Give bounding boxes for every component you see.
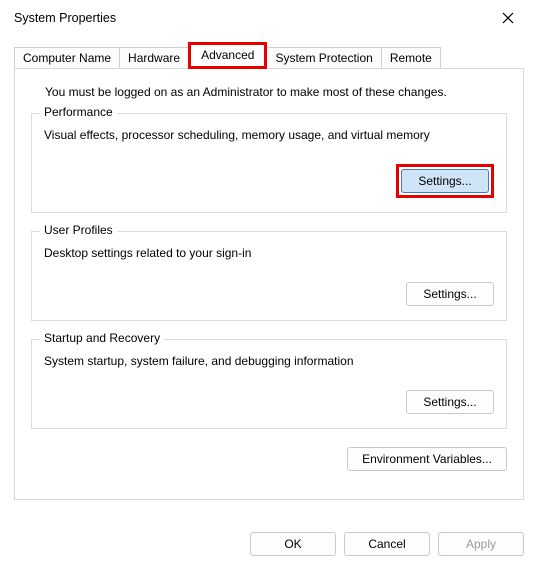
startup-desc: System startup, system failure, and debu… [44, 354, 494, 368]
tab-computer-name[interactable]: Computer Name [14, 47, 120, 69]
close-icon [502, 12, 514, 24]
performance-settings-button[interactable]: Settings... [401, 169, 489, 193]
user-profiles-desc: Desktop settings related to your sign-in [44, 246, 494, 260]
tab-advanced[interactable]: Advanced [188, 42, 267, 69]
cancel-button[interactable]: Cancel [344, 532, 430, 556]
tab-panel-advanced: You must be logged on as an Administrato… [14, 68, 524, 500]
startup-group: Startup and Recovery System startup, sys… [31, 339, 507, 429]
apply-button[interactable]: Apply [438, 532, 524, 556]
performance-group: Performance Visual effects, processor sc… [31, 113, 507, 213]
titlebar: System Properties [0, 0, 538, 36]
performance-button-row: Settings... [44, 164, 494, 198]
environment-variables-button[interactable]: Environment Variables... [347, 447, 507, 471]
close-button[interactable] [486, 3, 530, 33]
user-profiles-button-row: Settings... [44, 282, 494, 306]
dialog-buttons: OK Cancel Apply [250, 532, 524, 556]
startup-button-row: Settings... [44, 390, 494, 414]
performance-settings-highlight: Settings... [396, 164, 494, 198]
tab-hardware[interactable]: Hardware [119, 47, 189, 69]
env-row: Environment Variables... [31, 447, 507, 471]
user-profiles-legend: User Profiles [40, 223, 117, 237]
ok-button[interactable]: OK [250, 532, 336, 556]
user-profiles-group: User Profiles Desktop settings related t… [31, 231, 507, 321]
performance-desc: Visual effects, processor scheduling, me… [44, 128, 494, 142]
window-title: System Properties [14, 11, 116, 25]
startup-legend: Startup and Recovery [40, 331, 164, 345]
tab-strip: Computer Name Hardware Advanced System P… [14, 42, 524, 69]
tab-area: Computer Name Hardware Advanced System P… [14, 42, 524, 500]
startup-settings-button[interactable]: Settings... [406, 390, 494, 414]
system-properties-window: System Properties Computer Name Hardware… [0, 0, 538, 568]
performance-legend: Performance [40, 105, 117, 119]
admin-note: You must be logged on as an Administrato… [45, 85, 507, 99]
tab-system-protection[interactable]: System Protection [266, 47, 381, 69]
tab-remote[interactable]: Remote [381, 47, 441, 69]
user-profiles-settings-button[interactable]: Settings... [406, 282, 494, 306]
